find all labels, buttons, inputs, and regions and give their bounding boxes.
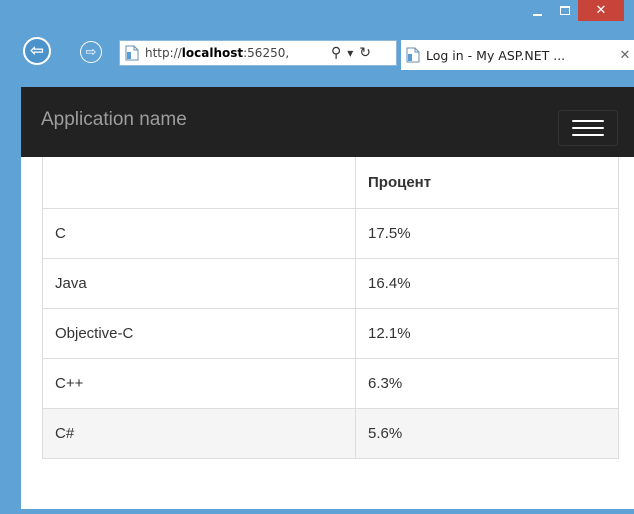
url-port: :56250, [243, 46, 290, 60]
hamburger-icon-bar [572, 134, 604, 136]
language-cell: C++ [42, 357, 356, 409]
window-caption-buttons: ✕ [524, 0, 624, 21]
table-row-highlighted: C# 5.6% [42, 407, 619, 459]
language-cell: C [42, 207, 356, 259]
maximize-icon [559, 6, 570, 15]
percent-cell: 5.6% [355, 407, 619, 459]
column-header-language [42, 157, 356, 209]
language-table: Процент C 17.5% Java 16.4% Objective-C 1… [42, 157, 619, 459]
percent-cell: 16.4% [355, 257, 619, 309]
browser-window: ✕ ⇦ ⇨ http://localhost:56250, ⚲ ▾ ↻ Log … [0, 0, 634, 514]
page-content: Процент C 17.5% Java 16.4% Objective-C 1… [21, 157, 634, 509]
chevron-down-icon[interactable]: ▾ [347, 46, 353, 60]
tab-close-icon[interactable]: ✕ [616, 48, 634, 63]
close-icon: ✕ [595, 3, 607, 18]
hamburger-icon-bar [572, 120, 604, 122]
language-cell: Java [42, 257, 356, 309]
refresh-icon[interactable]: ↻ [359, 45, 371, 61]
forward-button[interactable]: ⇨ [80, 41, 102, 63]
maximize-button[interactable] [551, 0, 578, 21]
navbar-toggle-button[interactable] [558, 110, 618, 146]
browser-tab[interactable]: Log in - My ASP.NET ... ✕ [401, 40, 634, 70]
percent-cell: 12.1% [355, 307, 619, 359]
close-button[interactable]: ✕ [578, 0, 624, 21]
language-cell: Objective-C [42, 307, 356, 359]
url-host: localhost [181, 46, 244, 60]
table-header-row: Процент [42, 157, 619, 209]
back-arrow-icon: ⇦ [29, 41, 45, 61]
minimize-icon [533, 13, 542, 16]
back-button[interactable]: ⇦ [23, 37, 51, 65]
site-navbar: Application name [21, 87, 634, 157]
window-bottom-border [21, 509, 634, 514]
url-scheme: http:// [145, 46, 182, 60]
hamburger-icon-bar [572, 127, 604, 129]
navbar-brand[interactable]: Application name [41, 109, 187, 131]
table-row: Objective-C 12.1% [42, 307, 619, 359]
table-row: Java 16.4% [42, 257, 619, 309]
table-row: C 17.5% [42, 207, 619, 259]
address-url[interactable]: http://localhost:56250, [145, 46, 327, 60]
page-icon [125, 45, 139, 61]
browser-navigation-row: ⇦ ⇨ http://localhost:56250, ⚲ ▾ ↻ Log in… [0, 30, 634, 74]
address-bar-icons: ⚲ ▾ ↻ [331, 45, 371, 61]
tab-page-icon [406, 47, 420, 63]
tab-title: Log in - My ASP.NET ... [426, 47, 566, 63]
language-cell: C# [42, 407, 356, 459]
percent-cell: 6.3% [355, 357, 619, 409]
table-row: C++ 6.3% [42, 357, 619, 409]
column-header-percent: Процент [355, 157, 619, 209]
percent-cell: 17.5% [355, 207, 619, 259]
address-bar[interactable]: http://localhost:56250, ⚲ ▾ ↻ [119, 40, 397, 66]
forward-arrow-icon: ⇨ [85, 44, 97, 60]
minimize-button[interactable] [524, 0, 551, 21]
search-icon[interactable]: ⚲ [331, 45, 341, 61]
